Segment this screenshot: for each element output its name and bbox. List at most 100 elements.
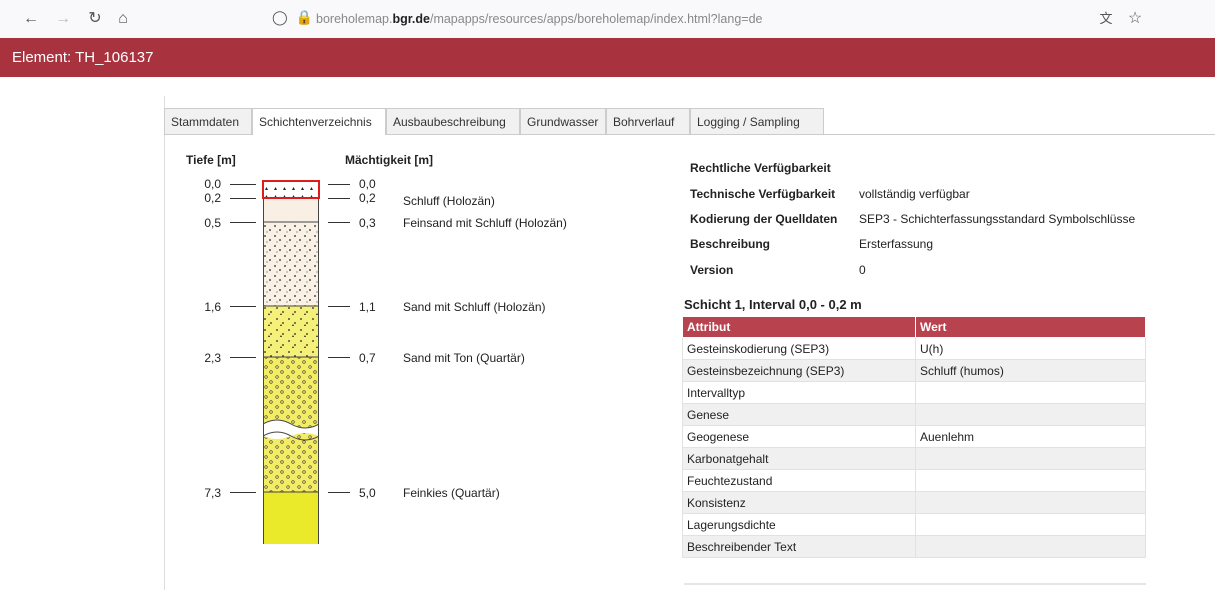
borehole-graphic	[263, 184, 319, 544]
attribute-cell: Beschreibender Text	[682, 535, 916, 558]
thickness-label: 5,0	[359, 486, 376, 500]
selected-layer-highlight[interactable]	[262, 180, 320, 199]
thickness-tick	[328, 492, 350, 493]
url-suffix: /mapapps/resources/apps/boreholemap/inde…	[429, 12, 763, 26]
back-arrow-icon[interactable]: ←	[20, 8, 42, 30]
meta-value: vollständig verfügbar	[859, 187, 970, 201]
thickness-label: 0,0	[359, 177, 376, 191]
attribute-cell: Genese	[682, 403, 916, 426]
meta-value: SEP3 - Schichterfassungsstandard Symbols…	[859, 212, 1136, 226]
layer-description: Feinsand mit Schluff (Holozän)	[403, 216, 567, 230]
thickness-label: 0,3	[359, 216, 376, 230]
tab-logging-sampling[interactable]: Logging / Sampling	[690, 108, 824, 134]
table-row: Gesteinsbezeichnung (SEP3) Schluff (humos…	[682, 359, 1146, 382]
tab-bar: Stammdaten Schichtenverzeichnis Ausbaube…	[164, 108, 1215, 135]
value-cell	[915, 447, 1146, 470]
attribute-cell: Lagerungsdichte	[682, 513, 916, 536]
value-cell	[915, 491, 1146, 514]
table-row: Beschreibender Text	[682, 535, 1146, 558]
meta-label: Kodierung der Quelldaten	[690, 212, 838, 226]
value-cell	[915, 513, 1146, 536]
depth-label: 0,0	[204, 177, 221, 191]
shield-icon: ◯	[272, 9, 288, 25]
home-icon[interactable]: ⌂	[112, 8, 134, 30]
element-title-bar: Element: TH_106137	[0, 38, 1215, 77]
layer-description: Feinkies (Quartär)	[403, 486, 500, 500]
thickness-tick	[328, 198, 350, 199]
layer-description: Sand mit Ton (Quartär)	[403, 351, 525, 365]
attribute-cell: Gesteinskodierung (SEP3)	[682, 337, 916, 360]
value-cell	[915, 535, 1146, 558]
table-row: Konsistenz	[682, 491, 1146, 514]
attribute-table: Attribut Wert Gesteinskodierung (SEP3) U(…	[682, 316, 1146, 558]
column-header-value: Wert	[915, 316, 1146, 338]
url-bar[interactable]: boreholemap.bgr.de/mapapps/resources/app…	[316, 8, 916, 30]
thickness-label: 1,1	[359, 300, 376, 314]
depth-tick	[230, 357, 256, 358]
thickness-tick	[328, 184, 350, 185]
depth-label: 7,3	[204, 486, 221, 500]
url-security-icons: ◯ 🔒	[272, 9, 313, 26]
attribute-cell: Intervalltyp	[682, 381, 916, 404]
value-cell	[915, 469, 1146, 492]
layer-description: Schluff (Holozän)	[403, 194, 495, 208]
meta-label: Rechtliche Verfügbarkeit	[690, 161, 831, 175]
table-header-row: Attribut Wert	[682, 316, 1146, 338]
attribute-cell: Geogenese	[682, 425, 916, 448]
depth-tick	[230, 492, 256, 493]
depth-label: 0,2	[204, 191, 221, 205]
table-row: Gesteinskodierung (SEP3) U(h)	[682, 337, 1146, 360]
bookmark-star-icon[interactable]: ☆	[1124, 8, 1146, 30]
borehole-column	[263, 184, 319, 544]
thickness-tick	[328, 357, 350, 358]
tab-schichtenverzeichnis[interactable]: Schichtenverzeichnis	[252, 108, 386, 135]
attribute-cell: Gesteinsbezeichnung (SEP3)	[682, 359, 916, 382]
depth-label: 1,6	[204, 300, 221, 314]
tab-grundwasser[interactable]: Grundwasser	[520, 108, 606, 134]
thickness-label: 0,2	[359, 191, 376, 205]
depth-tick	[230, 198, 256, 199]
value-cell	[915, 381, 1146, 404]
attribute-cell: Karbonatgehalt	[682, 447, 916, 470]
thickness-tick	[328, 222, 350, 223]
table-row: Lagerungsdichte	[682, 513, 1146, 536]
table-row: Feuchtezustand	[682, 469, 1146, 492]
depth-label: 2,3	[204, 351, 221, 365]
table-row: Intervalltyp	[682, 381, 1146, 404]
column-header-attribute: Attribut	[682, 316, 916, 338]
meta-label: Technische Verfügbarkeit	[690, 187, 836, 201]
url-domain: bgr.de	[392, 12, 430, 26]
thickness-header: Mächtigkeit [m]	[345, 153, 434, 167]
value-cell	[915, 403, 1146, 426]
thickness-label: 0,7	[359, 351, 376, 365]
table-row: Karbonatgehalt	[682, 447, 1146, 470]
depth-tick	[230, 184, 256, 185]
tab-bohrverlauf[interactable]: Bohrverlauf	[606, 108, 690, 134]
translate-icon[interactable]: 文	[1095, 8, 1117, 30]
depth-tick	[230, 222, 256, 223]
tab-ausbaubeschreibung[interactable]: Ausbaubeschreibung	[386, 108, 520, 134]
browser-toolbar: ← → ↻ ⌂ ◯ 🔒 boreholemap.bgr.de/mapapps/r…	[0, 0, 1215, 38]
lock-icon: 🔒	[295, 9, 313, 25]
value-cell: U(h)	[915, 337, 1146, 360]
forward-arrow-icon[interactable]: →	[52, 8, 74, 30]
depth-label: 0,5	[204, 216, 221, 230]
depth-tick	[230, 306, 256, 307]
layer-description: Sand mit Schluff (Holozän)	[403, 300, 546, 314]
meta-value: 0	[859, 263, 866, 277]
layer-detail-title: Schicht 1, Interval 0,0 - 0,2 m	[684, 297, 862, 312]
table-row: Geogenese Auenlehm	[682, 425, 1146, 448]
attribute-cell: Feuchtezustand	[682, 469, 916, 492]
meta-label: Beschreibung	[690, 237, 771, 251]
tab-stammdaten[interactable]: Stammdaten	[164, 108, 252, 134]
table-row: Genese	[682, 403, 1146, 426]
url-prefix: boreholemap.	[316, 12, 393, 26]
depth-header: Tiefe [m]	[186, 153, 236, 167]
meta-label: Version	[690, 263, 734, 277]
scrollbar-track[interactable]	[684, 583, 1146, 585]
value-cell: Auenlehm	[915, 425, 1146, 448]
reload-icon[interactable]: ↻	[84, 8, 106, 30]
attribute-cell: Konsistenz	[682, 491, 916, 514]
meta-value: Ersterfassung	[859, 237, 934, 251]
thickness-tick	[328, 306, 350, 307]
